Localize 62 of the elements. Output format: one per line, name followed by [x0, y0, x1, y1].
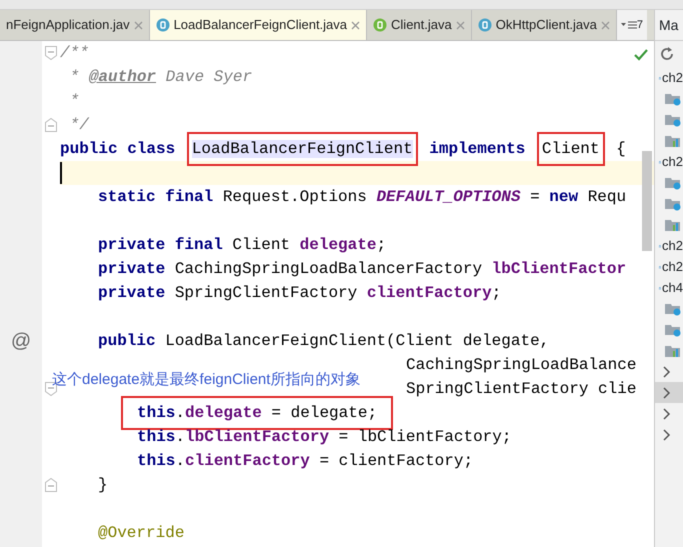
- code-line: *: [68, 91, 80, 112]
- code-line: @Override: [98, 523, 184, 544]
- panel-title: Ma: [659, 16, 678, 34]
- refresh-icon[interactable]: [659, 46, 675, 62]
- code-line: }: [98, 475, 108, 496]
- tree-item[interactable]: [655, 382, 683, 403]
- annotation-box: Client: [536, 132, 604, 166]
- close-icon: [600, 20, 610, 30]
- folder-chart-icon: [665, 134, 681, 148]
- fold-icon[interactable]: [45, 478, 57, 492]
- editor-tab[interactable]: LoadBalancerFeignClient.java: [150, 10, 368, 40]
- list-icon: [620, 20, 637, 30]
- gutter-mark[interactable]: @: [10, 326, 32, 356]
- class-icon: [478, 18, 492, 32]
- code-line: private CachingSpringLoadBalancerFactory lbClientFactor: [98, 259, 626, 280]
- code-line: this.lbClientFactory = lbClientFactory;: [137, 427, 512, 448]
- chevron-icon: [663, 386, 671, 398]
- check-icon: [634, 49, 648, 61]
- chevron-icon: [663, 366, 671, 378]
- folder-gear-icon: [665, 175, 681, 190]
- folder-chart-icon: [665, 344, 681, 358]
- close-icon: [351, 20, 360, 30]
- code-text: implements: [428, 139, 526, 160]
- fold-icon[interactable]: [45, 118, 57, 132]
- code-text: {: [615, 139, 626, 160]
- annotation-note: 这个delegate就是最终feignClient所指向的对象: [52, 370, 360, 390]
- editor-tab[interactable]: nFeignApplication.jav: [0, 10, 150, 40]
- code-text: public class: [60, 139, 176, 160]
- code-line: /**: [60, 43, 89, 64]
- tree-item[interactable]: ch4: [655, 277, 683, 298]
- code-line: CachingSpringLoadBalance: [406, 355, 636, 376]
- code-line: * @author Dave Syer: [68, 67, 252, 88]
- folder-chart-icon: [665, 218, 681, 232]
- tree-item[interactable]: ch2: [655, 151, 683, 172]
- editor-tab[interactable]: OkHttpClient.java: [472, 10, 617, 40]
- close-icon: [134, 20, 143, 30]
- code-line: this.clientFactory = clientFactory;: [137, 451, 474, 472]
- folder-gear-icon: [665, 322, 681, 337]
- annotation-box: this.delegate = delegate;: [121, 396, 394, 430]
- editor-tab[interactable]: Client.java: [367, 10, 472, 40]
- folder-gear-icon: [665, 112, 681, 127]
- folder-gear-icon: [665, 196, 681, 211]
- folder-gear-icon: [665, 91, 681, 106]
- scrollbar-thumb[interactable]: [642, 151, 652, 251]
- folder-gear-icon: [665, 301, 681, 316]
- code-line: SpringClientFactory clie: [406, 379, 636, 400]
- tab-overflow-button[interactable]: 7: [616, 10, 648, 40]
- code-line: */: [68, 115, 89, 136]
- fold-icon[interactable]: [45, 46, 57, 60]
- code-line: public LoadBalancerFeignClient(Client delegate,: [98, 331, 550, 352]
- chevron-icon: [663, 408, 671, 420]
- text-caret: [60, 162, 62, 184]
- close-icon: [456, 20, 465, 30]
- interface-icon: [373, 18, 388, 32]
- tree-item[interactable]: ch2: [655, 235, 683, 256]
- chevron-icon: [663, 428, 671, 440]
- code-line: private final Client delegate;: [98, 235, 386, 256]
- code-line: static final Request.Options DEFAULT_OPTIONS = new Requ: [98, 187, 626, 208]
- code-line: private SpringClientFactory clientFactory;: [98, 283, 502, 304]
- tree-item[interactable]: ch2: [655, 67, 683, 88]
- tree-item[interactable]: ch2: [655, 256, 683, 277]
- class-icon: [156, 18, 170, 32]
